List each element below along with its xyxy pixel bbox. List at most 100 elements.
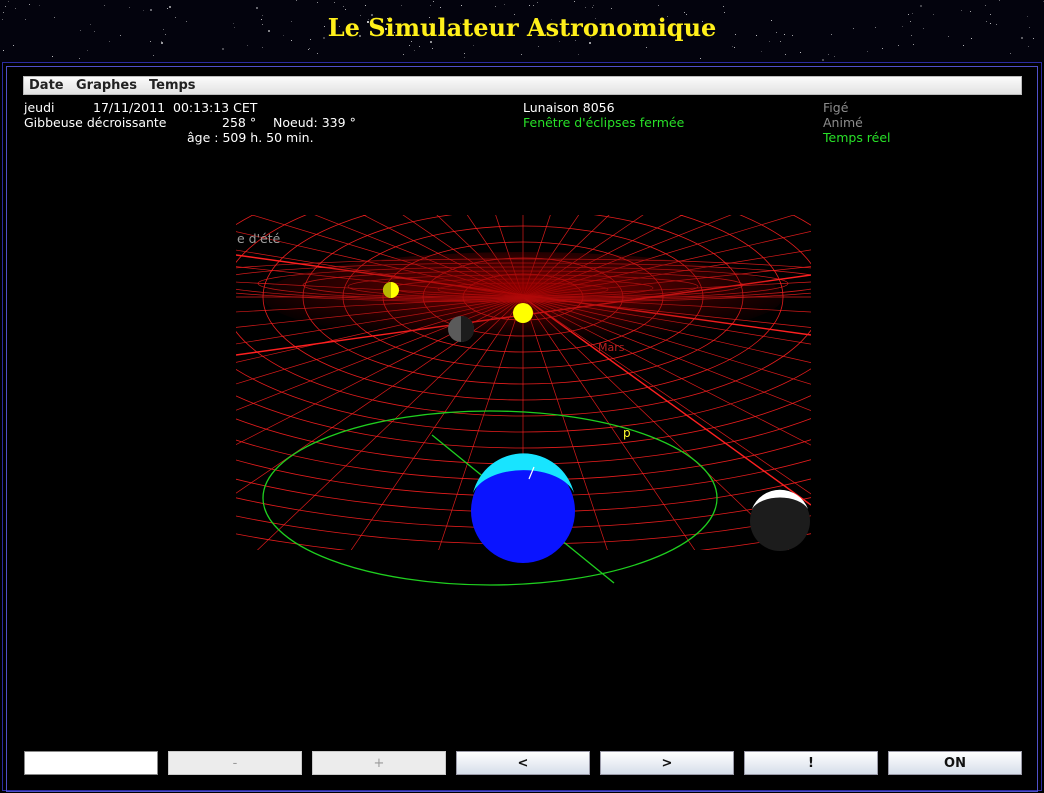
star <box>538 45 540 47</box>
reset-button[interactable]: ! <box>744 751 878 775</box>
star <box>3 50 5 52</box>
sun-glow <box>263 252 783 342</box>
menu-graphes[interactable]: Graphes <box>76 78 137 93</box>
star <box>247 44 249 46</box>
star <box>167 8 169 10</box>
star <box>473 45 475 47</box>
star <box>611 7 613 9</box>
node-text: Noeud: 339 ° <box>273 115 356 130</box>
star <box>585 6 587 8</box>
star <box>161 42 164 45</box>
star <box>784 54 786 56</box>
menu-date[interactable]: Date <box>29 78 64 93</box>
star <box>463 52 465 54</box>
star <box>919 4 922 7</box>
star <box>432 0 434 2</box>
eclipse-window-status: Fenêtre d'éclipses fermée <box>523 115 685 130</box>
star <box>262 46 264 48</box>
lunation-text: Lunaison 8056 <box>523 100 615 115</box>
star <box>334 1 336 3</box>
star <box>152 54 154 56</box>
star <box>78 58 80 60</box>
star <box>28 3 30 5</box>
star <box>150 8 153 11</box>
star <box>401 5 403 7</box>
star <box>342 6 344 8</box>
sun <box>513 303 533 323</box>
date-text: 17/11/2011 <box>93 100 166 115</box>
star <box>658 5 660 7</box>
star <box>504 3 506 5</box>
star <box>828 53 830 55</box>
star <box>970 11 972 13</box>
star <box>528 4 530 6</box>
star <box>867 50 869 52</box>
star <box>408 45 410 47</box>
star <box>316 52 318 54</box>
step-back-button[interactable]: < <box>456 751 590 775</box>
step-forward-button[interactable]: > <box>600 751 734 775</box>
star <box>431 48 433 50</box>
star <box>142 9 144 11</box>
star <box>344 9 346 11</box>
decrease-button[interactable]: - <box>168 751 302 775</box>
star <box>317 1 319 3</box>
star <box>1042 0 1044 2</box>
star <box>1009 53 1011 55</box>
star <box>537 2 539 4</box>
star <box>463 57 465 59</box>
star <box>998 0 1000 2</box>
star <box>984 5 986 7</box>
star <box>833 55 835 57</box>
star <box>912 43 914 45</box>
star <box>898 44 900 46</box>
star <box>592 7 594 9</box>
time-text: 00:13:13 CET <box>173 100 258 115</box>
star <box>532 4 534 6</box>
celestial-scene[interactable]: e d'été Mars p <box>236 215 811 595</box>
weekday-text: jeudi <box>24 100 55 115</box>
star <box>129 7 131 9</box>
star <box>296 0 298 1</box>
star <box>963 45 965 47</box>
star <box>520 54 522 56</box>
menu-temps[interactable]: Temps <box>149 78 196 93</box>
menu-bar: Date Graphes Temps <box>23 76 1022 95</box>
moon-age-text: âge : 509 h. 50 min. <box>187 130 314 145</box>
star <box>430 5 432 7</box>
mode-anime[interactable]: Animé <box>823 115 863 130</box>
mode-temps-reel[interactable]: Temps réel <box>823 130 891 145</box>
star <box>15 7 17 9</box>
star <box>440 7 442 9</box>
increase-button[interactable]: + <box>312 751 446 775</box>
header-banner: Le Simulateur Astronomique <box>0 0 1044 62</box>
star <box>733 47 735 49</box>
star <box>413 50 415 52</box>
star <box>700 57 702 59</box>
star <box>103 5 105 7</box>
on-button[interactable]: ON <box>888 751 1022 775</box>
moon-angle-text: 258 ° <box>222 115 257 130</box>
star <box>731 45 733 47</box>
star <box>39 4 41 6</box>
star <box>8 1 10 3</box>
star <box>168 5 171 8</box>
star <box>403 54 405 56</box>
moon-phase-text: Gibbeuse décroissante <box>24 115 167 130</box>
star <box>1027 45 1029 47</box>
star <box>722 5 724 7</box>
app-title: Le Simulateur Astronomique <box>327 13 717 42</box>
star <box>460 5 462 7</box>
star <box>419 45 421 47</box>
star <box>5 5 7 7</box>
star <box>86 49 88 51</box>
star <box>221 47 224 50</box>
mars-label: Mars <box>598 341 625 354</box>
star <box>256 7 259 10</box>
step-input[interactable] <box>24 751 158 775</box>
star <box>800 51 802 53</box>
star <box>573 1 575 2</box>
star <box>13 44 15 46</box>
star <box>760 51 762 53</box>
mode-fige[interactable]: Figé <box>823 100 848 115</box>
